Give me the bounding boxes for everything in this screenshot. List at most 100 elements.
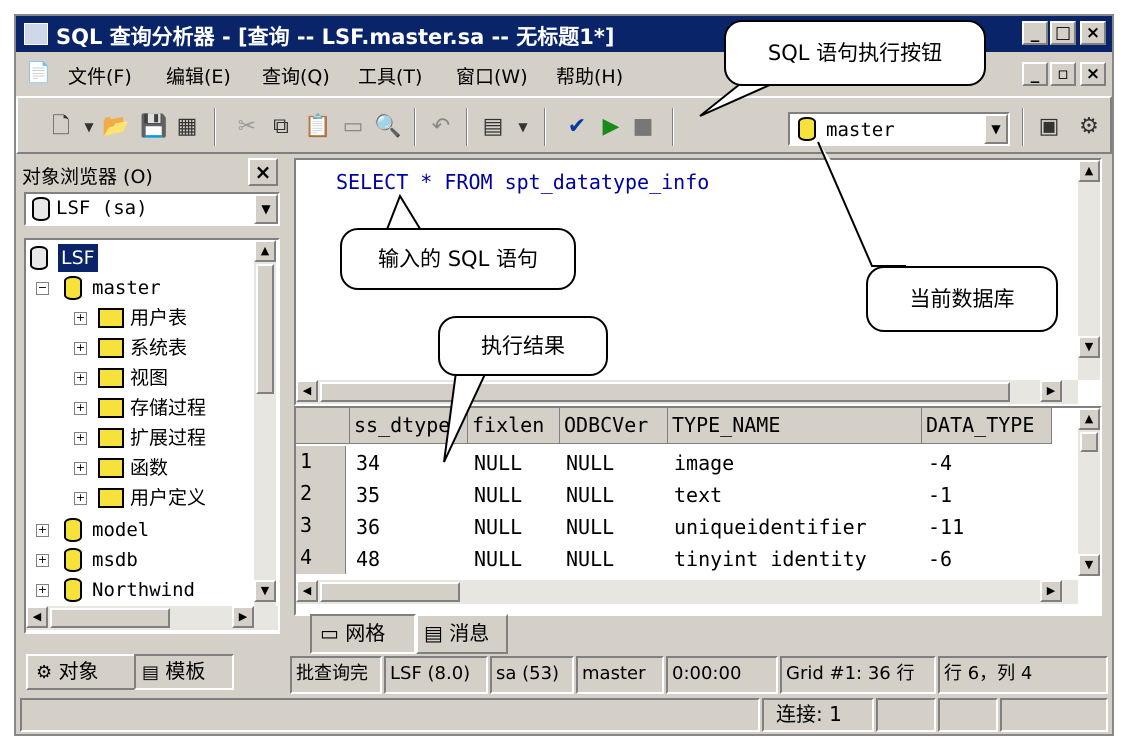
expand-icon[interactable]: +	[74, 402, 87, 415]
tab-templates[interactable]: ▤ 模板	[134, 654, 234, 690]
tree-item-views[interactable]: + 视图	[30, 364, 250, 392]
collapse-icon[interactable]: −	[36, 282, 49, 295]
tree-item-northwind[interactable]: + Northwind	[30, 576, 250, 604]
expand-icon[interactable]: +	[74, 372, 87, 385]
editor-horizontal-scrollbar[interactable]: ◀ ▶	[296, 380, 1078, 404]
scroll-right-arrow-icon[interactable]: ▶	[1040, 580, 1062, 602]
minimize-button[interactable]: _	[1022, 21, 1048, 45]
cancel-query-icon[interactable]: ■	[630, 114, 656, 140]
expand-icon[interactable]: +	[36, 524, 49, 537]
tree-item-msdb[interactable]: + msdb	[30, 546, 250, 574]
maximize-button[interactable]: □	[1050, 21, 1076, 45]
expand-icon[interactable]: +	[36, 554, 49, 567]
child-close-button[interactable]: ×	[1080, 62, 1106, 86]
show-results-pane-icon[interactable]: ⚙	[1076, 114, 1102, 140]
object-browser-close-button[interactable]: ×	[248, 158, 278, 186]
grid-horizontal-scrollbar[interactable]: ◀ ▶	[296, 580, 1078, 604]
tab-grid[interactable]: ▭ 网格	[310, 614, 416, 654]
menu-edit[interactable]: 编辑(E)	[166, 62, 231, 89]
results-grid-icon[interactable]: ▤	[480, 114, 506, 140]
scroll-right-arrow-icon[interactable]: ▶	[1040, 380, 1062, 402]
open-folder-icon[interactable]: 📂	[102, 114, 129, 140]
scroll-left-arrow-icon[interactable]: ◀	[296, 580, 318, 602]
tree-vertical-scrollbar[interactable]: ▲ ▼	[254, 240, 276, 606]
tree-item-functions[interactable]: + 函数	[30, 454, 250, 482]
server-select[interactable]: LSF (sa) ▼	[24, 192, 280, 226]
scroll-right-arrow-icon[interactable]: ▶	[232, 606, 254, 628]
insert-template-icon[interactable]: ▦	[174, 114, 200, 140]
new-dropdown-icon[interactable]: ▼	[76, 114, 102, 140]
child-minimize-button[interactable]: _	[1022, 62, 1048, 86]
scroll-thumb[interactable]	[50, 608, 170, 628]
tree-item-model[interactable]: + model	[30, 516, 250, 544]
scroll-left-arrow-icon[interactable]: ◀	[296, 380, 318, 402]
tree-item-user-tables[interactable]: + 用户表	[30, 304, 250, 332]
scroll-down-arrow-icon[interactable]: ▼	[1078, 554, 1100, 576]
grid-cell[interactable]: 34	[356, 448, 468, 478]
tree-item-user-defined[interactable]: + 用户定义	[30, 484, 250, 512]
child-restore-button[interactable]: ▫	[1050, 62, 1076, 86]
execute-query-icon[interactable]: ▶	[598, 114, 624, 140]
clear-icon[interactable]: ▭	[340, 114, 366, 140]
column-header[interactable]: ODBCVer	[560, 408, 668, 444]
expand-icon[interactable]: +	[74, 342, 87, 355]
save-icon[interactable]: 💾	[140, 114, 167, 140]
column-header[interactable]: ss_dtype	[350, 408, 468, 444]
expand-icon[interactable]: +	[74, 432, 87, 445]
grid-cell[interactable]: tinyint identity	[674, 544, 922, 574]
expand-icon[interactable]: +	[36, 584, 49, 597]
grid-cell[interactable]: NULL	[474, 480, 560, 510]
tree-item-system-tables[interactable]: + 系统表	[30, 334, 250, 362]
expand-icon[interactable]: +	[74, 312, 87, 325]
parse-check-icon[interactable]: ✔	[564, 114, 590, 140]
new-query-icon[interactable]: 🗋	[48, 114, 74, 140]
grid-cell[interactable]: 35	[356, 480, 468, 510]
column-header[interactable]: fixlen	[468, 408, 560, 444]
menu-window[interactable]: 窗口(W)	[456, 62, 528, 89]
document-icon[interactable]: 📄	[26, 60, 56, 86]
column-header[interactable]: DATA_TYPE	[922, 408, 1052, 444]
expand-icon[interactable]: +	[74, 462, 87, 475]
scroll-down-arrow-icon[interactable]: ▼	[1078, 336, 1100, 358]
grid-cell[interactable]: -4	[928, 448, 1052, 478]
grid-cell[interactable]: NULL	[566, 448, 668, 478]
grid-vertical-scrollbar[interactable]: ▲ ▼	[1078, 408, 1100, 576]
tree-horizontal-scrollbar[interactable]: ◀ ▶	[26, 606, 278, 630]
server-dropdown-button[interactable]: ▼	[254, 194, 278, 224]
scroll-up-arrow-icon[interactable]: ▲	[254, 240, 276, 262]
scroll-down-arrow-icon[interactable]: ▼	[254, 580, 276, 602]
tab-messages[interactable]: ▤ 消息	[416, 614, 508, 654]
object-browser-toggle-icon[interactable]: ▣	[1036, 114, 1062, 140]
scroll-thumb[interactable]	[320, 382, 1010, 402]
row-number[interactable]: 4	[296, 542, 346, 574]
tree-item-stored-procedures[interactable]: + 存储过程	[30, 394, 250, 422]
scroll-left-arrow-icon[interactable]: ◀	[26, 606, 48, 628]
cut-icon[interactable]: ✂	[234, 114, 260, 140]
grid-cell[interactable]: uniqueidentifier	[674, 512, 922, 542]
grid-cell[interactable]: -11	[928, 512, 1052, 542]
grid-cell[interactable]: -6	[928, 544, 1052, 574]
column-header[interactable]: TYPE_NAME	[668, 408, 922, 444]
expand-icon[interactable]: +	[74, 492, 87, 505]
find-icon[interactable]: 🔍	[374, 114, 401, 140]
undo-icon[interactable]: ↶	[428, 114, 454, 140]
grid-cell[interactable]: -1	[928, 480, 1052, 510]
menu-file[interactable]: 文件(F)	[68, 62, 132, 89]
menu-help[interactable]: 帮助(H)	[556, 62, 623, 89]
grid-cell[interactable]: NULL	[566, 480, 668, 510]
database-dropdown-button[interactable]: ▼	[984, 114, 1008, 144]
scroll-up-arrow-icon[interactable]: ▲	[1078, 160, 1100, 182]
grid-cell[interactable]: NULL	[566, 544, 668, 574]
results-mode-dropdown-icon[interactable]: ▼	[510, 114, 536, 140]
grid-cell[interactable]: NULL	[474, 544, 560, 574]
editor-vertical-scrollbar[interactable]: ▲ ▼	[1078, 160, 1100, 380]
paste-icon[interactable]: 📋	[304, 114, 331, 140]
grid-cell[interactable]: text	[674, 480, 922, 510]
menu-tools[interactable]: 工具(T)	[358, 62, 422, 89]
scroll-up-arrow-icon[interactable]: ▲	[1078, 408, 1100, 430]
scroll-thumb[interactable]	[256, 264, 274, 394]
menu-query[interactable]: 查询(Q)	[262, 62, 330, 89]
tree-item-master[interactable]: − master	[30, 274, 250, 302]
grid-cell[interactable]: 36	[356, 512, 468, 542]
grid-cell[interactable]: NULL	[474, 512, 560, 542]
